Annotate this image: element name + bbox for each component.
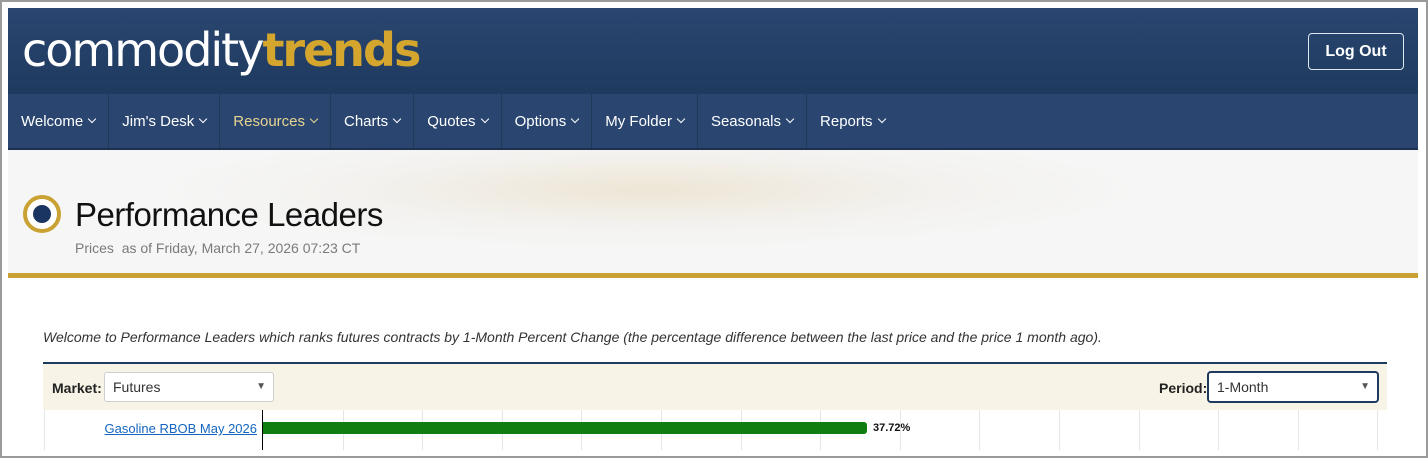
nav-charts[interactable]: Charts (331, 94, 415, 148)
nav-welcome[interactable]: Welcome (8, 94, 110, 148)
nav-reports[interactable]: Reports (807, 94, 898, 148)
chevron-down-icon (676, 114, 686, 124)
subtitle-prefix: Prices (75, 240, 114, 256)
chart-gridline (1059, 410, 1060, 450)
browser-frame: commoditytrends Log Out Welcome Jim's De… (0, 0, 1428, 458)
period-select[interactable]: 1-Month ▼ (1208, 372, 1378, 402)
chart-gridline (1139, 410, 1140, 450)
nav-label: Options (514, 112, 567, 130)
nav-resources[interactable]: Resources (220, 94, 331, 148)
chevron-down-icon (480, 114, 489, 124)
nav-label: Quotes (427, 112, 476, 130)
page-hero: Performance Leaders Prices as of Friday,… (8, 150, 1418, 278)
logo-commodity: commodity (22, 23, 264, 77)
nav-label: Seasonals (710, 112, 782, 130)
chevron-down-icon (877, 114, 886, 124)
nav-label: My Folder (605, 112, 672, 130)
logout-button[interactable]: Log Out (1308, 33, 1404, 70)
contract-link[interactable]: Gasoline RBOB May 2026 (105, 421, 257, 436)
chart-gridline (44, 410, 45, 450)
nav-jims-desk[interactable]: Jim's Desk (109, 94, 221, 148)
performance-chart: Gasoline RBOB May 2026 37.72% (43, 410, 1387, 450)
chart-gridline (1298, 410, 1299, 450)
market-label: Market: (52, 380, 102, 396)
dropdown-arrow-icon: ▼ (256, 381, 266, 392)
chevron-down-icon (199, 114, 208, 124)
subtitle-date: as of Friday, March 27, 2026 07:23 CT (121, 240, 361, 256)
nav-options[interactable]: Options (502, 94, 593, 148)
chevron-down-icon (785, 114, 795, 124)
nav-label: Welcome (21, 112, 84, 130)
site-logo[interactable]: commoditytrends (22, 22, 421, 78)
page-subtitle: Prices as of Friday, March 27, 2026 07:2… (75, 240, 360, 256)
page-title: Performance Leaders (75, 196, 383, 233)
intro-text: Welcome to Performance Leaders which ran… (43, 329, 1102, 345)
period-select-value: 1-Month (1217, 379, 1269, 395)
period-label: Period: (1159, 380, 1208, 396)
market-select[interactable]: Futures ▼ (104, 372, 274, 402)
site-header: commoditytrends Log Out (8, 8, 1418, 94)
logo-trends: trends (262, 23, 421, 77)
chevron-down-icon (571, 114, 580, 124)
chevron-down-icon (309, 114, 319, 124)
nav-quotes[interactable]: Quotes (414, 94, 502, 148)
nav-label: Reports (820, 112, 873, 130)
chevron-down-icon (392, 114, 402, 124)
performance-bar (263, 422, 867, 434)
chart-gridline (1377, 410, 1378, 450)
chevron-down-icon (88, 114, 97, 124)
target-icon (23, 195, 61, 233)
dropdown-arrow-icon: ▼ (1360, 381, 1370, 392)
nav-label: Resources (233, 112, 305, 130)
chart-gridline (979, 410, 980, 450)
nav-label: Charts (344, 112, 389, 130)
nav-label: Jim's Desk (122, 112, 195, 130)
nav-my-folder[interactable]: My Folder (592, 94, 698, 148)
bar-value-label: 37.72% (873, 422, 911, 434)
page: commoditytrends Log Out Welcome Jim's De… (8, 8, 1418, 450)
market-select-value: Futures (113, 379, 161, 395)
main-nav: Welcome Jim's Desk Resources Charts Quot… (8, 94, 1418, 150)
chart-gridline (1218, 410, 1219, 450)
filter-bar: Market: Futures ▼ Period: 1-Month ▼ (43, 362, 1387, 410)
nav-seasonals[interactable]: Seasonals (698, 94, 808, 148)
